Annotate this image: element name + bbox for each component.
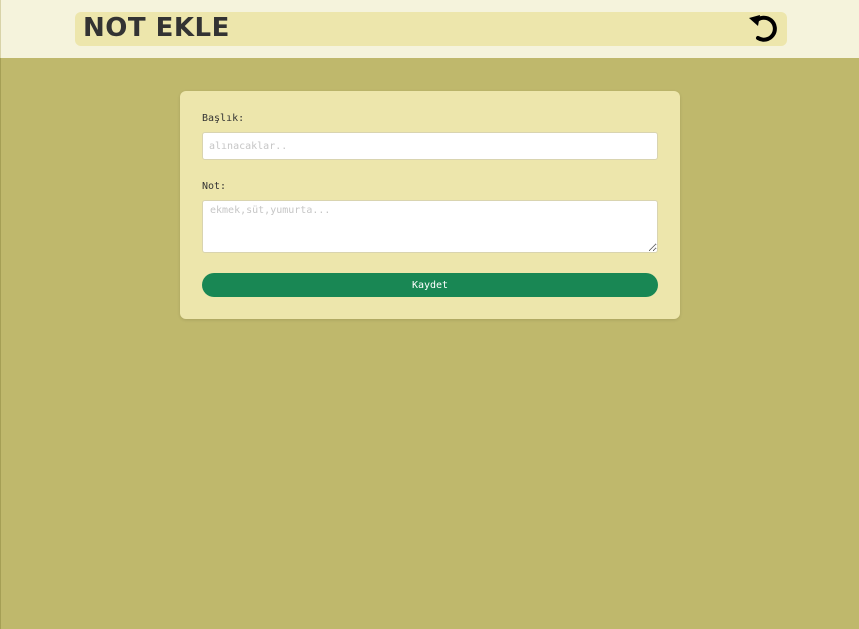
title-bar: NOT EKLE xyxy=(75,12,787,46)
save-button[interactable]: Kaydet xyxy=(202,273,658,297)
note-form-card: Başlık: Not: Kaydet xyxy=(180,91,680,319)
back-button[interactable] xyxy=(747,12,781,44)
page-title: NOT EKLE xyxy=(83,13,230,43)
note-label: Not: xyxy=(202,181,227,192)
title-input[interactable] xyxy=(202,132,658,160)
undo-arrow-icon xyxy=(749,15,777,42)
title-label: Başlık: xyxy=(202,113,245,124)
note-textarea[interactable] xyxy=(202,200,658,253)
top-header: NOT EKLE xyxy=(0,0,859,58)
